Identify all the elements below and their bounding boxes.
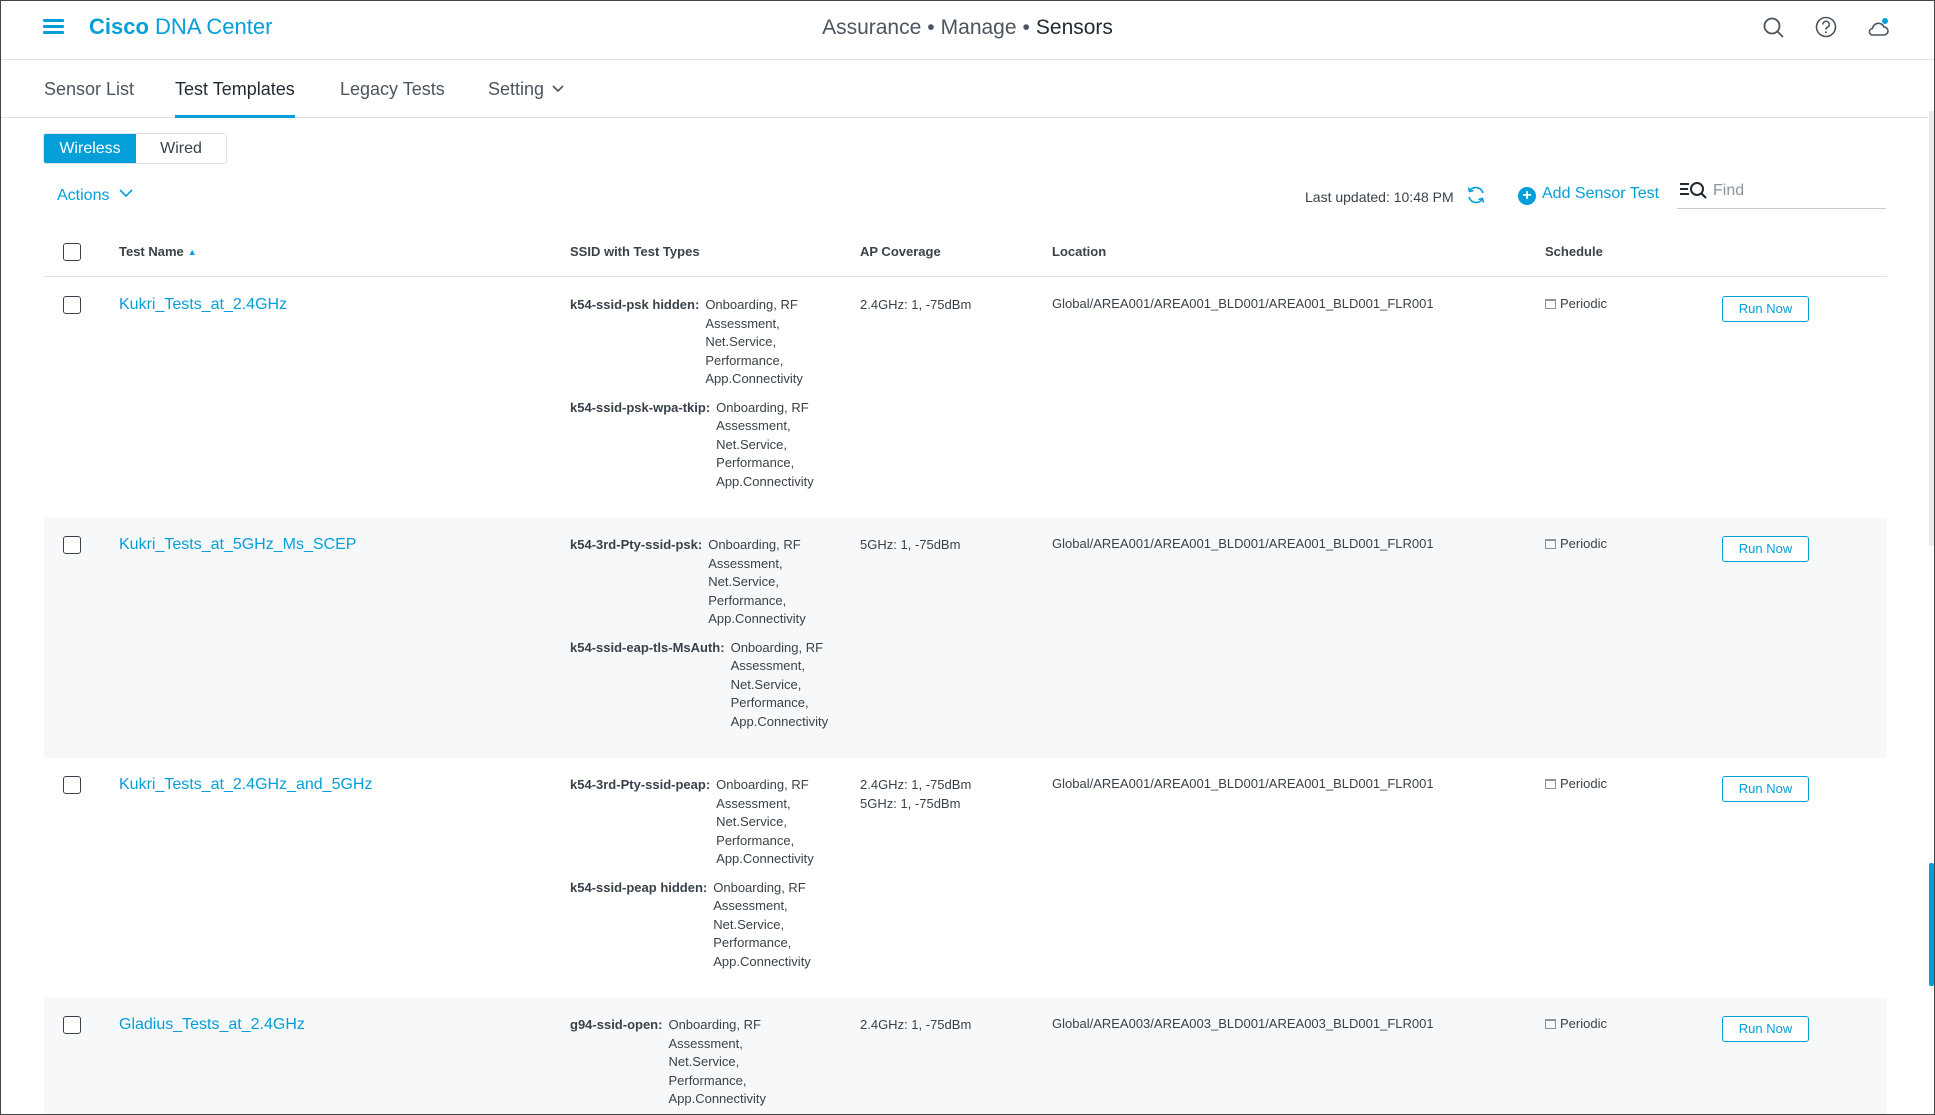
actions-dropdown[interactable]: Actions — [57, 187, 134, 205]
test-types: Onboarding, RF Assessment, Net.Service, … — [713, 879, 811, 969]
row-checkbox[interactable] — [63, 536, 81, 554]
ssid-name: k54-3rd-Pty-ssid-psk: — [570, 537, 703, 552]
schedule: Periodic — [1545, 1016, 1607, 1031]
ssid-entry: k54-ssid-psk hidden: Onboarding, RF Asses… — [570, 296, 826, 389]
find-input[interactable] — [1713, 179, 1883, 203]
ssid-name: k54-ssid-eap-tls-MsAuth: — [570, 639, 725, 655]
ssid-entry: g94-ssid-open: Onboarding, RF Assessment,… — [570, 1016, 778, 1109]
location: Global/AREA001/AREA001_BLD001/AREA001_BL… — [1052, 776, 1434, 791]
help-icon[interactable] — [1813, 15, 1839, 41]
toggle-wired[interactable]: Wired — [136, 134, 226, 163]
select-all-checkbox[interactable] — [63, 243, 81, 261]
schedule: Periodic — [1545, 776, 1607, 791]
table-header: Test Name ▲ SSID with Test Types AP Cover… — [44, 233, 1887, 277]
scrollbar-track[interactable] — [1929, 111, 1934, 546]
run-now-button[interactable]: Run Now — [1722, 536, 1809, 562]
schedule: Periodic — [1545, 296, 1607, 311]
schedule: Periodic — [1545, 536, 1607, 551]
calendar-icon — [1545, 779, 1556, 789]
ssid-name: k54-ssid-psk hidden: — [570, 297, 700, 312]
calendar-icon — [1545, 1019, 1556, 1029]
add-sensor-test-button[interactable]: + Add Sensor Test — [1518, 185, 1659, 205]
test-name-link[interactable]: Kukri_Tests_at_2.4GHz_and_5GHz — [119, 776, 372, 794]
table-row: Kukri_Tests_at_5GHz_Ms_SCEP k54-3rd-Pty-… — [44, 518, 1887, 758]
column-test-name[interactable]: Test Name ▲ — [119, 244, 197, 259]
ap-coverage: 2.4GHz: 1, -75dBm — [860, 297, 972, 312]
column-ssid: SSID with Test Types — [570, 244, 700, 259]
ssid-name: k54-3rd-Pty-ssid-peap: — [570, 777, 711, 792]
run-now-button[interactable]: Run Now — [1722, 776, 1809, 802]
breadcrumb-assurance[interactable]: Assurance — [822, 16, 921, 39]
test-types: Onboarding, RF Assessment, Net.Service, … — [716, 399, 814, 489]
search-icon[interactable] — [1761, 15, 1787, 41]
wireless-wired-toggle: Wireless Wired — [43, 133, 227, 164]
ap-coverage: 2.4GHz: 1, -75dBm 5GHz: 1, -75dBm — [860, 777, 972, 811]
find-search — [1677, 177, 1886, 209]
tab-test-templates[interactable]: Test Templates — [175, 79, 295, 118]
ssid-entry: k54-ssid-psk-wpa-tkip: Onboarding, RF Ass… — [570, 399, 826, 492]
test-types: Onboarding, RF Assessment, Net.Service, … — [730, 639, 829, 729]
ssid-entry: k54-3rd-Pty-ssid-peap: Onboarding, RF Ass… — [570, 776, 826, 869]
calendar-icon — [1545, 299, 1556, 309]
last-updated-text: Last updated: 10:48 PM — [1305, 189, 1454, 205]
ssid-list: k54-3rd-Pty-ssid-psk: Onboarding, RF Asse… — [570, 536, 841, 741]
test-name-link[interactable]: Kukri_Tests_at_5GHz_Ms_SCEP — [119, 536, 356, 554]
ssid-list: k54-ssid-psk hidden: Onboarding, RF Asses… — [570, 296, 826, 501]
calendar-icon — [1545, 539, 1556, 549]
column-location: Location — [1052, 244, 1107, 259]
toggle-wireless[interactable]: Wireless — [44, 134, 136, 163]
ssid-name: k54-ssid-peap hidden: — [570, 879, 708, 895]
chevron-down-icon — [119, 189, 134, 198]
tab-sensor-list[interactable]: Sensor List — [44, 79, 134, 118]
ssid-entry: k54-ssid-peap hidden: Onboarding, RF Asse… — [570, 879, 826, 972]
tab-setting[interactable]: Setting — [488, 79, 564, 118]
location: Global/AREA003/AREA003_BLD001/AREA003_BL… — [1052, 1016, 1434, 1031]
test-types: Onboarding, RF Assessment, Net.Service, … — [668, 1017, 767, 1106]
column-schedule: Schedule — [1545, 244, 1603, 259]
filter-search-icon — [1680, 182, 1707, 199]
plus-circle-icon: + — [1518, 187, 1536, 205]
ssid-list: g94-ssid-open: Onboarding, RF Assessment,… — [570, 1016, 778, 1115]
column-ap-coverage: AP Coverage — [860, 244, 941, 259]
top-bar: Cisco DNA Center Assurance • Manage • Sensor… — [1, 1, 1934, 60]
row-checkbox[interactable] — [63, 776, 81, 794]
row-checkbox[interactable] — [63, 1016, 81, 1034]
refresh-icon[interactable] — [1465, 184, 1487, 206]
test-name-link[interactable]: Gladius_Tests_at_2.4GHz — [119, 1016, 305, 1034]
ssid-entry: k54-ssid-eap-tls-MsAuth: Onboarding, RF A… — [570, 639, 841, 732]
location: Global/AREA001/AREA001_BLD001/AREA001_BL… — [1052, 536, 1434, 551]
ssid-name: g94-ssid-open: — [570, 1017, 663, 1032]
ssid-name: k54-ssid-psk-wpa-tkip: — [570, 399, 711, 415]
page-title: Sensors — [1035, 16, 1113, 39]
scrollbar-thumb[interactable] — [1929, 863, 1934, 986]
ap-coverage: 2.4GHz: 1, -75dBm — [860, 1017, 972, 1032]
run-now-button[interactable]: Run Now — [1722, 1016, 1809, 1042]
test-types: Onboarding, RF Assessment, Net.Service, … — [708, 537, 806, 626]
test-types: Onboarding, RF Assessment, Net.Service, … — [716, 777, 814, 866]
cloud-notification-icon[interactable] — [1865, 15, 1891, 41]
tab-bar: Sensor List Test Templates Legacy Tests … — [1, 61, 1934, 118]
table-row: Kukri_Tests_at_2.4GHz k54-ssid-psk hidde… — [44, 278, 1887, 518]
chevron-down-icon — [552, 85, 564, 93]
tab-legacy-tests[interactable]: Legacy Tests — [340, 79, 445, 118]
ssid-list: k54-3rd-Pty-ssid-peap: Onboarding, RF Ass… — [570, 776, 826, 981]
breadcrumb-manage[interactable]: Manage — [941, 16, 1017, 39]
ap-coverage: 5GHz: 1, -75dBm — [860, 537, 961, 552]
test-types: Onboarding, RF Assessment, Net.Service, … — [705, 297, 803, 386]
test-name-link[interactable]: Kukri_Tests_at_2.4GHz — [119, 296, 287, 314]
ssid-entry: k54-3rd-Pty-ssid-psk: Onboarding, RF Asse… — [570, 536, 841, 629]
sort-ascending-icon: ▲ — [187, 247, 197, 257]
location: Global/AREA001/AREA001_BLD001/AREA001_BL… — [1052, 296, 1434, 311]
row-checkbox[interactable] — [63, 296, 81, 314]
table-row: Kukri_Tests_at_2.4GHz_and_5GHz k54-3rd-P… — [44, 758, 1887, 998]
run-now-button[interactable]: Run Now — [1722, 296, 1809, 322]
table-row: Gladius_Tests_at_2.4GHz g94-ssid-open: On… — [44, 998, 1887, 1114]
breadcrumb: Assurance • Manage • Sensors — [822, 16, 1113, 39]
